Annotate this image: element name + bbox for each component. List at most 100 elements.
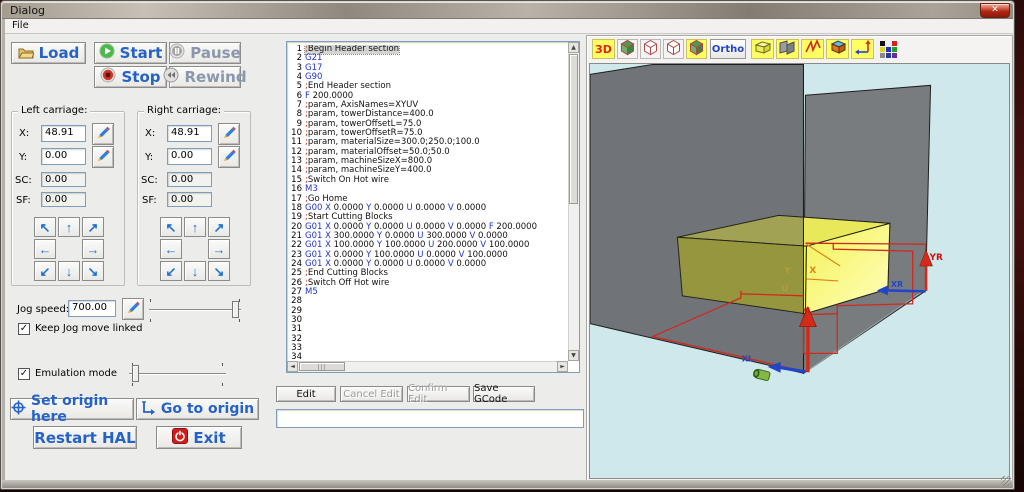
toggle-path-button[interactable] bbox=[801, 39, 824, 59]
gcode-line[interactable]: 30 bbox=[288, 316, 567, 325]
gcode-line[interactable]: 34 bbox=[288, 353, 567, 360]
scroll-up-icon[interactable]: ▲ bbox=[568, 42, 579, 53]
right-jog-down-button[interactable]: ↓ bbox=[184, 261, 206, 281]
right-sc-label: SC: bbox=[141, 175, 158, 186]
gcode-line[interactable]: 26;Switch Off Hot wire bbox=[288, 279, 567, 288]
label-yr: YR bbox=[929, 253, 943, 263]
editor-horizontal-scrollbar[interactable]: ◄ ||| ► bbox=[287, 361, 568, 372]
gcode-editor[interactable]: 1;Begin Header section2G213G174G905;End … bbox=[286, 41, 580, 373]
vscroll-thumb[interactable] bbox=[569, 54, 578, 204]
label-y: Y bbox=[784, 266, 791, 275]
left-jog-down-left-button[interactable]: ↙ bbox=[34, 261, 56, 281]
jog-speed-edit-button[interactable] bbox=[122, 298, 144, 320]
gcode-line[interactable]: 31 bbox=[288, 325, 567, 334]
cancel-edit-label: Cancel Edit bbox=[343, 389, 399, 400]
title-bar[interactable]: Dialog ✕ bbox=[2, 2, 1013, 19]
resize-grip-icon[interactable] bbox=[1001, 476, 1011, 486]
left-y-field[interactable]: 0.00 bbox=[41, 148, 86, 165]
left-sf-field: 0.00 bbox=[41, 192, 86, 207]
right-sc-field: 0.00 bbox=[167, 172, 212, 187]
left-jog-down-button[interactable]: ↓ bbox=[58, 261, 80, 281]
cube-solid-icon bbox=[688, 39, 705, 60]
view-side-button[interactable] bbox=[640, 39, 661, 59]
save-gcode-label: Save GCode bbox=[474, 383, 534, 405]
view-front-button[interactable] bbox=[617, 39, 638, 59]
restart-hal-button[interactable]: Restart HAL bbox=[33, 426, 137, 449]
slider-track bbox=[149, 309, 241, 311]
left-jog-up-button[interactable]: ↑ bbox=[58, 217, 80, 237]
viewport-3d[interactable]: YR XR XL YL X Y U bbox=[589, 63, 1010, 479]
crosshair-icon bbox=[11, 400, 26, 419]
scroll-down-icon[interactable]: ▼ bbox=[568, 350, 579, 361]
left-jog-up-right-button[interactable]: ↗ bbox=[82, 217, 104, 237]
right-jog-down-left-button[interactable]: ↙ bbox=[160, 261, 182, 281]
gcode-line[interactable]: 2G21 bbox=[288, 54, 567, 63]
view-top-button[interactable] bbox=[663, 39, 684, 59]
keep-jog-linked-checkbox[interactable]: ✓ bbox=[18, 323, 30, 335]
material-box-icon bbox=[753, 40, 772, 59]
gcode-line[interactable]: 29 bbox=[288, 307, 567, 316]
right-jog-up-left-button[interactable]: ↖ bbox=[160, 217, 182, 237]
edit-button[interactable]: Edit bbox=[276, 386, 336, 402]
toggle-machine-button[interactable] bbox=[826, 39, 849, 59]
pencil-icon bbox=[222, 125, 236, 144]
gcode-line[interactable]: 15;Switch On Hot wire bbox=[288, 176, 567, 185]
left-x-edit-button[interactable] bbox=[92, 123, 114, 145]
emulation-mode-checkbox[interactable]: ✓ bbox=[18, 368, 30, 380]
emulation-slider[interactable] bbox=[129, 365, 226, 384]
left-jog-right-button[interactable]: → bbox=[82, 239, 104, 259]
gcode-line[interactable]: 28 bbox=[288, 297, 567, 306]
goto-origin-button[interactable]: Go to origin bbox=[136, 398, 259, 420]
right-jog-up-right-button[interactable]: ↗ bbox=[208, 217, 230, 237]
ortho-button[interactable]: Ortho bbox=[710, 39, 746, 59]
view-iso-button[interactable] bbox=[686, 39, 707, 59]
scroll-left-icon[interactable]: ◄ bbox=[287, 361, 298, 372]
left-jog-left-button[interactable]: ← bbox=[34, 239, 56, 259]
confirm-edit-button[interactable]: Confirm Edit bbox=[407, 386, 470, 402]
start-button[interactable]: Start bbox=[94, 42, 167, 64]
gcode-line[interactable]: 1;Begin Header section bbox=[288, 45, 567, 54]
pause-icon bbox=[169, 43, 185, 63]
right-y-edit-button[interactable] bbox=[218, 146, 240, 168]
right-x-edit-button[interactable] bbox=[218, 123, 240, 145]
gcode-line[interactable]: 32 bbox=[288, 335, 567, 344]
stop-button[interactable]: Stop bbox=[94, 66, 167, 88]
stop-label: Stop bbox=[121, 68, 160, 86]
left-jog-down-right-button[interactable]: ↘ bbox=[82, 261, 104, 281]
toggle-material-button[interactable] bbox=[751, 39, 774, 59]
set-origin-button[interactable]: Set origin here bbox=[10, 398, 134, 420]
left-jog-up-left-button[interactable]: ↖ bbox=[34, 217, 56, 237]
toggle-axes-button[interactable] bbox=[851, 39, 874, 59]
set-origin-label: Set origin here bbox=[31, 393, 133, 425]
palette-button[interactable] bbox=[877, 39, 900, 59]
right-jog-right-button[interactable]: → bbox=[208, 239, 230, 259]
hscroll-thumb[interactable]: ||| bbox=[299, 362, 345, 371]
gcode-line[interactable]: 3G17 bbox=[288, 64, 567, 73]
right-jog-up-button[interactable]: ↑ bbox=[184, 217, 206, 237]
scroll-right-icon[interactable]: ► bbox=[557, 361, 568, 372]
exit-button[interactable]: Exit bbox=[156, 426, 242, 449]
right-y-field[interactable]: 0.00 bbox=[167, 148, 212, 165]
view-3d-button[interactable]: 3D bbox=[592, 39, 615, 59]
pause-button[interactable]: Pause bbox=[169, 42, 241, 64]
gcode-line[interactable]: 27M5 bbox=[288, 288, 567, 297]
menu-file[interactable]: File bbox=[5, 19, 36, 32]
close-button[interactable]: ✕ bbox=[980, 3, 1010, 18]
jog-speed-slider[interactable] bbox=[149, 301, 241, 320]
editor-vertical-scrollbar[interactable]: ▲ ▼ bbox=[568, 42, 579, 361]
jog-speed-field[interactable]: 700.00 bbox=[68, 300, 116, 317]
right-jog-left-button[interactable]: ← bbox=[160, 239, 182, 259]
left-x-field[interactable]: 48.91 bbox=[41, 125, 86, 142]
gcode-line[interactable]: 33 bbox=[288, 344, 567, 353]
slider-thumb[interactable] bbox=[132, 365, 139, 382]
left-y-edit-button[interactable] bbox=[92, 146, 114, 168]
rewind-button[interactable]: Rewind bbox=[169, 66, 241, 88]
command-input[interactable] bbox=[276, 409, 584, 428]
slider-thumb[interactable] bbox=[232, 301, 239, 318]
right-x-field[interactable]: 48.91 bbox=[167, 125, 212, 142]
toggle-towers-button[interactable] bbox=[776, 39, 799, 59]
right-jog-down-right-button[interactable]: ↘ bbox=[208, 261, 230, 281]
save-gcode-button[interactable]: Save GCode bbox=[473, 386, 535, 402]
load-button[interactable]: Load bbox=[11, 42, 86, 64]
cancel-edit-button[interactable]: Cancel Edit bbox=[340, 386, 403, 402]
